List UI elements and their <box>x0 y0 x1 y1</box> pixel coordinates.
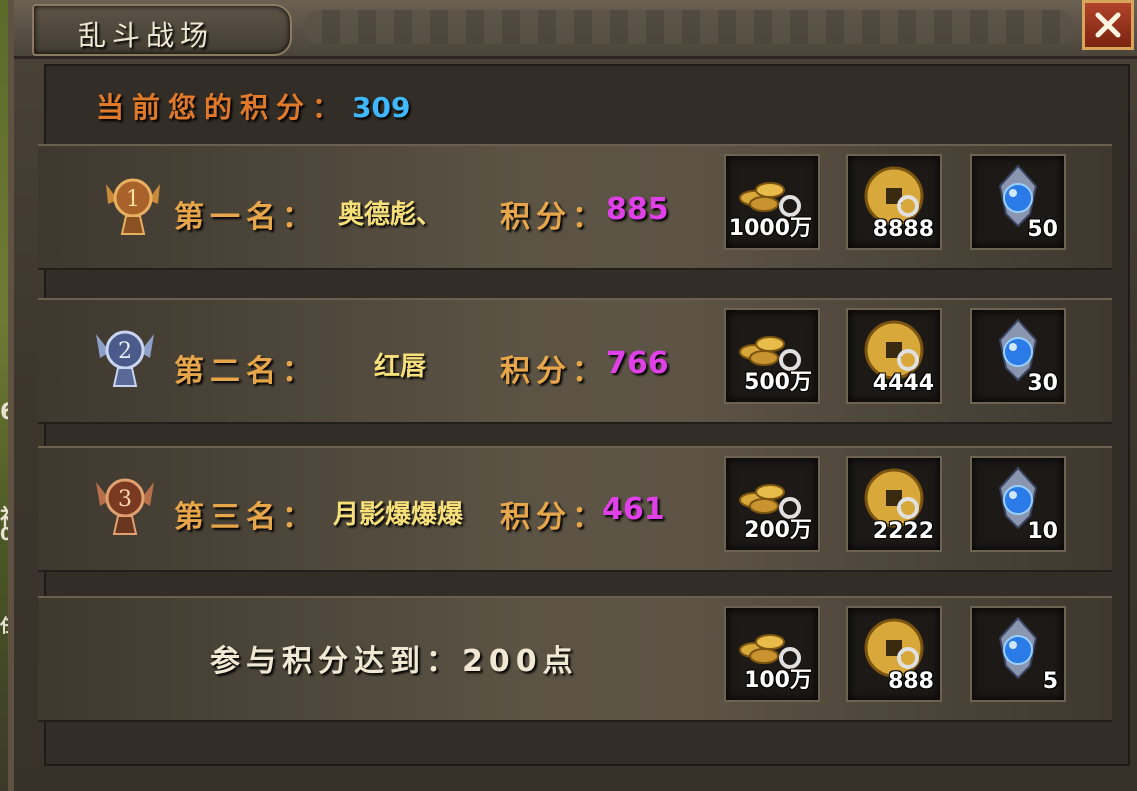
rank-label: 第二名： <box>174 354 318 389</box>
reward-slot-gem[interactable]: 50 <box>970 154 1066 250</box>
reward-quantity: 5 <box>1042 669 1058 694</box>
reward-slot-gem[interactable]: 5 <box>970 606 1066 702</box>
reward-quantity: 500万 <box>744 370 812 395</box>
reward-slot-coin[interactable]: 2222 <box>846 456 942 552</box>
reward-quantity: 4444 <box>872 371 934 396</box>
points-value: 461 <box>602 492 665 527</box>
reward-quantity: 100万 <box>744 668 812 693</box>
reward-slot-gold[interactable]: 500万 <box>724 308 820 404</box>
reward-slot-gem[interactable]: 30 <box>970 308 1066 404</box>
bronze-medal-icon: 3 <box>96 478 154 535</box>
window-title: 乱斗战场 <box>78 19 215 52</box>
reward-quantity: 2222 <box>872 519 934 544</box>
reward-slot-coin[interactable]: 4444 <box>846 308 942 404</box>
current-score-value: 309 <box>352 91 411 124</box>
points-value: 885 <box>606 192 669 227</box>
reward-quantity: 888 <box>888 669 934 694</box>
points-label: 积分： <box>500 500 608 535</box>
reward-quantity: 30 <box>1027 371 1058 396</box>
reward-quantity: 50 <box>1027 217 1058 242</box>
medal-number: 3 <box>118 487 132 512</box>
title-ornament <box>304 10 1074 44</box>
current-score-label: 当前您的积分： <box>96 91 349 124</box>
reward-slot-gold[interactable]: 100万 <box>724 606 820 702</box>
title-plate: 乱斗战场 <box>32 4 292 56</box>
current-score: 当前您的积分： 309 <box>96 86 410 126</box>
rank-label: 第一名： <box>174 200 318 235</box>
reward-slot-coin[interactable]: 888 <box>846 606 942 702</box>
medal-number: 1 <box>126 187 140 212</box>
player-name: 奥德彪、 <box>337 200 442 230</box>
participation-requirement: 参与积分达到：200点 <box>210 644 579 679</box>
close-icon <box>1095 12 1121 38</box>
points-value: 766 <box>606 346 669 381</box>
medal-number: 2 <box>118 339 132 364</box>
rank-label: 第三名： <box>174 500 318 535</box>
gold-medal-icon: 1 <box>106 178 160 235</box>
points-label: 积分： <box>500 200 608 235</box>
reward-quantity: 10 <box>1027 519 1058 544</box>
title-bar[interactable]: 乱斗战场 <box>14 0 1137 59</box>
reward-slot-gem[interactable]: 10 <box>970 456 1066 552</box>
close-button[interactable] <box>1082 0 1134 50</box>
reward-quantity: 1000万 <box>728 216 812 241</box>
points-label: 积分： <box>500 354 608 389</box>
silver-medal-icon: 2 <box>96 330 154 387</box>
reward-quantity: 200万 <box>744 518 812 543</box>
reward-slot-coin[interactable]: 8888 <box>846 154 942 250</box>
reward-slot-gold[interactable]: 1000万 <box>724 154 820 250</box>
player-name: 月影爆爆爆 <box>332 500 463 530</box>
reward-quantity: 8888 <box>872 217 934 242</box>
reward-slot-gold[interactable]: 200万 <box>724 456 820 552</box>
player-name: 红唇 <box>373 352 426 382</box>
